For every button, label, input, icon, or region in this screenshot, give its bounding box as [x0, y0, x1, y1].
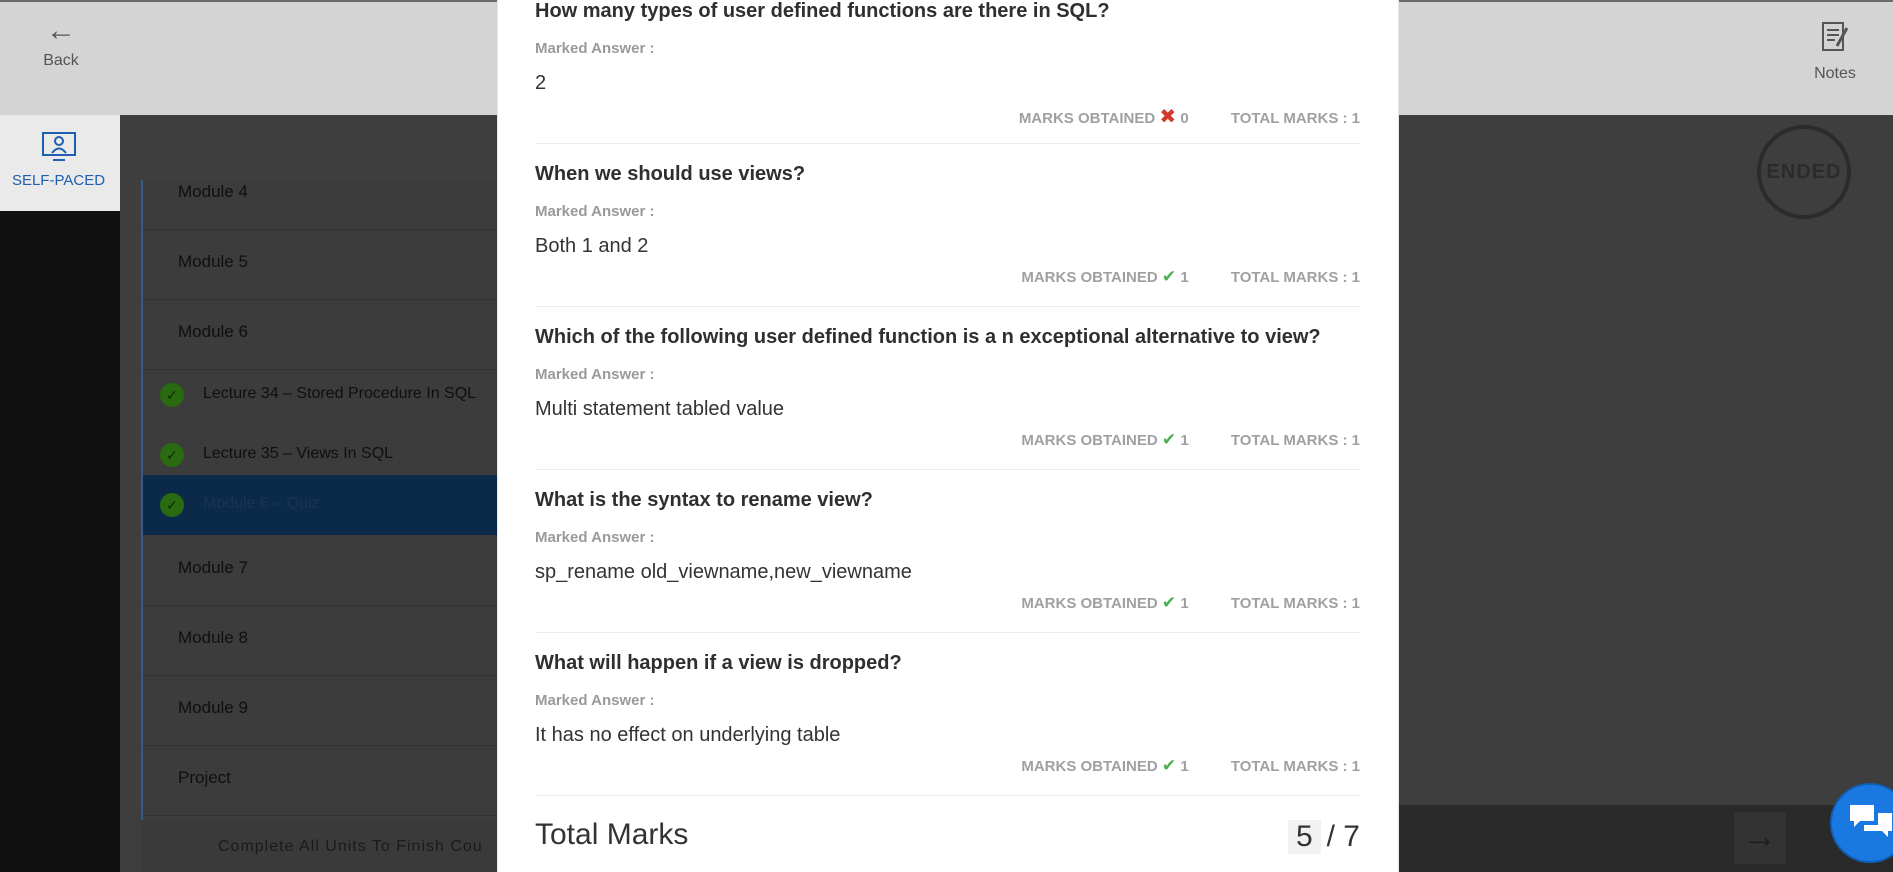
- total-marks-value: 1: [1351, 269, 1360, 286]
- question-card: How many types of user defined functions…: [535, 0, 1360, 144]
- question-text: How many types of user defined functions…: [535, 0, 1110, 22]
- marks-obtained-value: 1: [1180, 432, 1189, 449]
- marks-obtained-value: 1: [1180, 758, 1189, 775]
- check-circle-icon: ✓: [160, 383, 184, 407]
- chat-icon: [1850, 805, 1892, 837]
- module-label: Project: [178, 768, 231, 787]
- quiz-results-modal: How many types of user defined functions…: [497, 0, 1399, 872]
- lecture-item-active[interactable]: ✓ Module 6 – Quiz: [143, 475, 503, 535]
- arrow-right-icon: →: [1743, 818, 1777, 856]
- module-item[interactable]: Module 4: [143, 160, 503, 230]
- marked-answer-label: Marked Answer :: [535, 40, 655, 57]
- marks-obtained-label: MARKS OBTAINED: [1021, 595, 1158, 612]
- marks-obtained-label: MARKS OBTAINED: [1018, 110, 1156, 127]
- marked-answer-value: sp_rename old_viewname,new_viewname: [535, 561, 912, 583]
- module-label: Module 9: [178, 698, 248, 717]
- marks-obtained-label: MARKS OBTAINED: [1021, 758, 1158, 775]
- module-item[interactable]: Module 9: [143, 676, 503, 746]
- marks-obtained-value: 1: [1180, 269, 1189, 286]
- marked-answer-label: Marked Answer :: [535, 366, 655, 383]
- complete-units-text: Complete All Units To Finish Cou: [218, 838, 483, 855]
- marked-answer-label: Marked Answer :: [535, 529, 655, 546]
- lecture-label: Lecture 34 – Stored Procedure In SQL: [203, 385, 477, 402]
- check-icon: ✔: [1161, 267, 1177, 286]
- back-label: Back: [43, 52, 79, 69]
- marked-answer-value: Both 1 and 2: [535, 235, 649, 257]
- marks-obtained-label: MARKS OBTAINED: [1021, 432, 1158, 449]
- total-marks-label: TOTAL MARKS :: [1230, 110, 1352, 127]
- marks-row: MARKS OBTAINED ✖ 0 TOTAL MARKS : 1: [535, 104, 1360, 129]
- total-marks-value: 1: [1351, 595, 1360, 612]
- marked-answer-label: Marked Answer :: [535, 692, 655, 709]
- module-item[interactable]: Module 6: [143, 300, 503, 370]
- marks-obtained-value: 1: [1180, 595, 1189, 612]
- module-label: Module 4: [178, 182, 248, 201]
- question-list: How many types of user defined functions…: [535, 0, 1360, 811]
- notes-button[interactable]: Notes: [1810, 20, 1860, 83]
- check-circle-icon: ✓: [160, 493, 184, 517]
- question-card: Which of the following user defined func…: [535, 322, 1360, 470]
- self-paced-label: SELF-PACED: [11, 172, 106, 189]
- marks-obtained-value: 0: [1180, 110, 1189, 127]
- side-nav: SELF-PACED: [0, 115, 120, 211]
- total-obtained: 5: [1287, 820, 1321, 854]
- lecture-label: Lecture 35 – Views In SQL: [203, 445, 394, 462]
- total-marks-label: TOTAL MARKS :: [1230, 758, 1352, 775]
- marks-row: MARKS OBTAINED ✔ 1 TOTAL MARKS : 1: [535, 756, 1360, 776]
- left-rail: [0, 211, 120, 872]
- module-item[interactable]: Module 8: [143, 606, 503, 676]
- marks-obtained-label: MARKS OBTAINED: [1021, 269, 1158, 286]
- status-badge: ENDED: [1757, 125, 1851, 219]
- check-icon: ✔: [1161, 756, 1177, 775]
- module-label: Module 6: [178, 322, 248, 341]
- question-text: Which of the following user defined func…: [535, 326, 1321, 348]
- check-circle-icon: ✓: [160, 443, 184, 467]
- question-card: What will happen if a view is dropped? M…: [535, 648, 1360, 796]
- total-marks-label: TOTAL MARKS :: [1230, 595, 1352, 612]
- question-text: When we should use views?: [535, 163, 806, 185]
- total-possible: / 7: [1326, 820, 1360, 853]
- marks-row: MARKS OBTAINED ✔ 1 TOTAL MARKS : 1: [535, 267, 1360, 287]
- lecture-label: Module 6 – Quiz: [203, 495, 320, 512]
- question-card: When we should use views? Marked Answer …: [535, 159, 1360, 307]
- module-item[interactable]: Module 5: [143, 230, 503, 300]
- self-paced-tab[interactable]: SELF-PACED: [0, 131, 117, 189]
- total-marks-row: Total Marks 5/ 7: [535, 812, 1360, 872]
- marked-answer-value: 2: [535, 72, 547, 94]
- cross-icon: ✖: [1159, 106, 1177, 128]
- notes-label: Notes: [1814, 65, 1856, 82]
- module-item[interactable]: Project: [143, 746, 503, 816]
- module-item[interactable]: Module 7: [143, 536, 503, 606]
- complete-units-notice: Complete All Units To Finish Cou: [141, 820, 501, 872]
- module-label: Module 7: [178, 558, 248, 577]
- module-label: Module 5: [178, 252, 248, 271]
- marked-answer-label: Marked Answer :: [535, 203, 655, 220]
- marks-row: MARKS OBTAINED ✔ 1 TOTAL MARKS : 1: [535, 430, 1360, 450]
- check-icon: ✔: [1161, 430, 1177, 449]
- total-marks-value: 1: [1351, 758, 1360, 775]
- arrow-left-icon: ←: [46, 14, 76, 47]
- back-button[interactable]: ← Back: [38, 16, 84, 70]
- check-icon: ✔: [1161, 593, 1177, 612]
- module-label: Module 8: [178, 628, 248, 647]
- total-marks-label: TOTAL MARKS :: [1230, 432, 1352, 449]
- total-marks-heading: Total Marks: [535, 818, 689, 851]
- next-button[interactable]: →: [1734, 812, 1786, 864]
- total-marks-label: TOTAL MARKS :: [1230, 269, 1352, 286]
- marked-answer-value: It has no effect on underlying table: [535, 724, 841, 746]
- question-text: What is the syntax to rename view?: [535, 489, 873, 511]
- lecture-item[interactable]: ✓ Lecture 34 – Stored Procedure In SQL: [143, 365, 503, 425]
- course-module-list: Module 4 Module 5 Module 6 ✓ Lecture 34 …: [141, 180, 503, 820]
- question-card: What is the syntax to rename view? Marke…: [535, 485, 1360, 633]
- marks-row: MARKS OBTAINED ✔ 1 TOTAL MARKS : 1: [535, 593, 1360, 613]
- total-score: 5/ 7: [1287, 820, 1360, 854]
- monitor-user-icon: [41, 132, 76, 161]
- marked-answer-value: Multi statement tabled value: [535, 398, 785, 420]
- notes-icon: [1822, 22, 1849, 51]
- question-text: What will happen if a view is dropped?: [535, 652, 902, 674]
- total-marks-value: 1: [1351, 110, 1360, 127]
- total-marks-value: 1: [1351, 432, 1360, 449]
